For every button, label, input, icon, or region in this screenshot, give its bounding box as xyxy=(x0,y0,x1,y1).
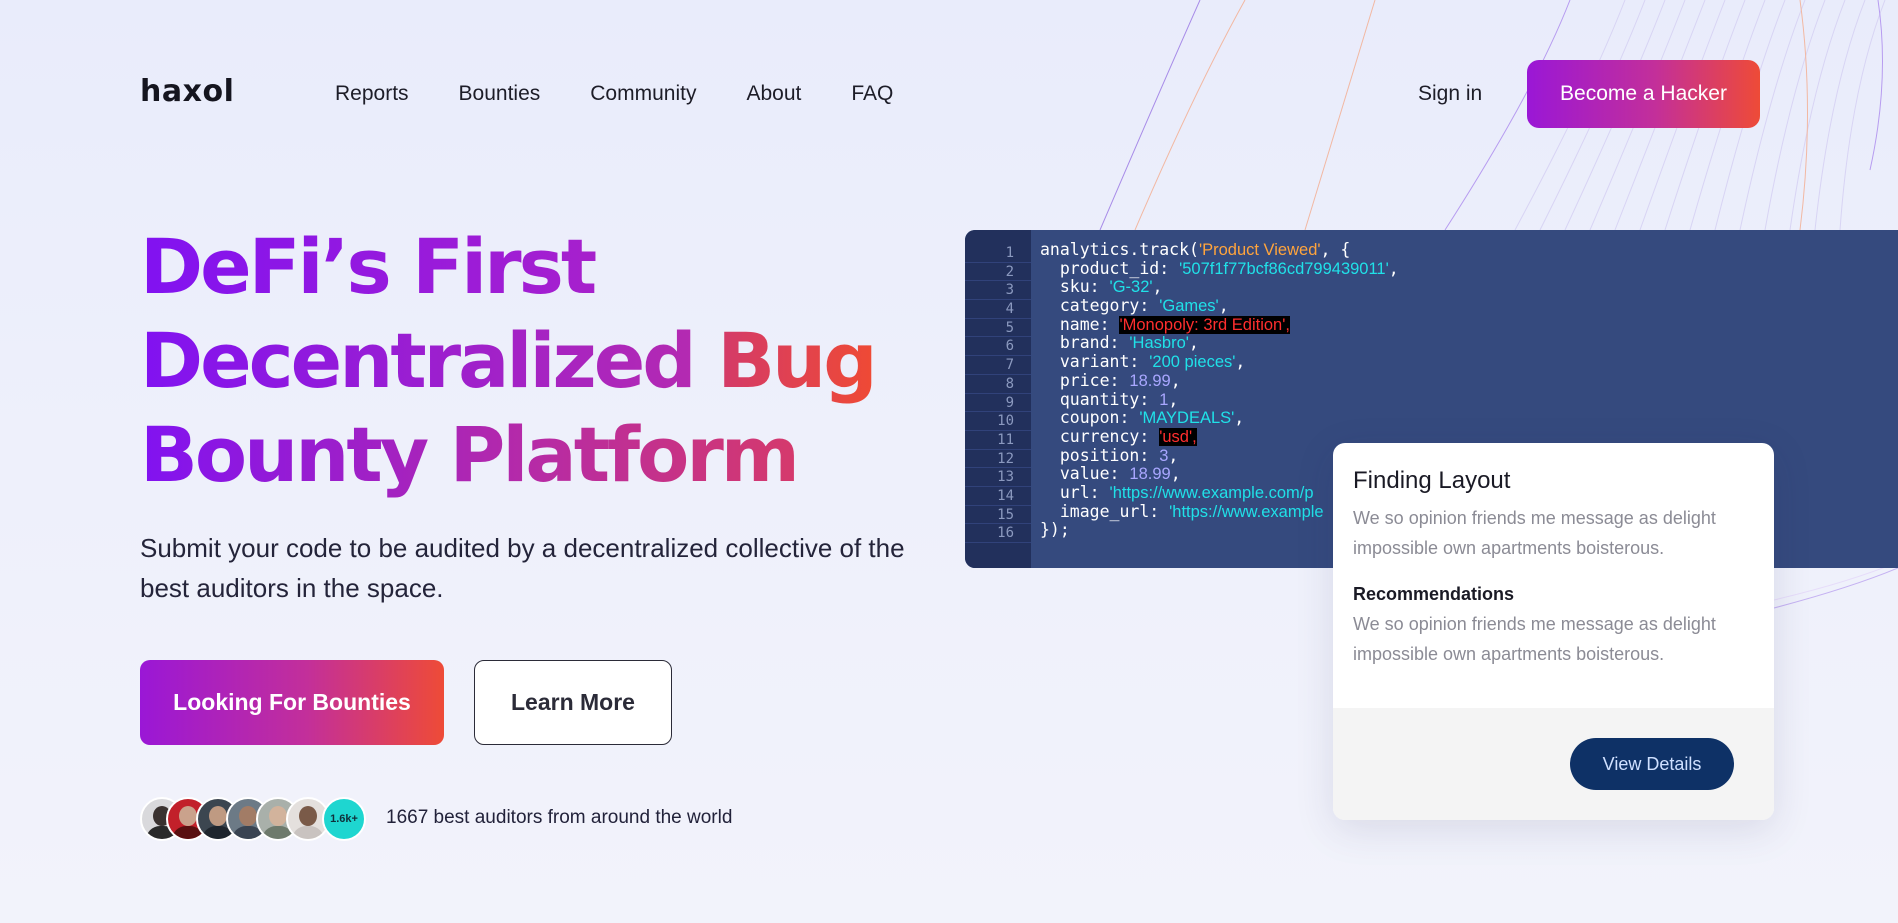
code-line: analytics.track('Product Viewed', { xyxy=(1040,240,1351,259)
card-description: We so opinion friends me message as deli… xyxy=(1353,508,1716,558)
line-number: 3 xyxy=(965,281,1031,301)
card-title: Finding Layout xyxy=(1353,467,1511,494)
line-number: 12 xyxy=(965,450,1031,469)
code-line: sku: 'G-32', xyxy=(1040,277,1163,297)
line-number: 1 xyxy=(965,244,1031,263)
headline-decentralized: Decentralized xyxy=(140,316,697,405)
card-footer: View Details xyxy=(1333,708,1774,820)
line-number: 15 xyxy=(965,506,1031,525)
line-number: 9 xyxy=(965,394,1031,413)
code-line: category: 'Games', xyxy=(1040,296,1229,316)
code-line: variant: '200 pieces', xyxy=(1040,352,1246,372)
nav-reports[interactable]: Reports xyxy=(335,82,409,106)
main-nav: Reports Bounties Community About FAQ xyxy=(335,82,943,106)
view-details-button[interactable]: View Details xyxy=(1570,738,1734,790)
become-hacker-button[interactable]: Become a Hacker xyxy=(1527,60,1760,128)
code-line: coupon: 'MAYDEALS', xyxy=(1040,408,1245,428)
code-line: quantity: 1, xyxy=(1040,389,1179,409)
card-recommendations-text: We so opinion friends me message as deli… xyxy=(1353,614,1716,664)
nav-faq[interactable]: FAQ xyxy=(851,82,893,106)
learn-more-button[interactable]: Learn More xyxy=(474,660,672,745)
finding-layout-card: Finding Layout We so opinion friends me … xyxy=(1333,443,1774,820)
nav-bounties[interactable]: Bounties xyxy=(459,82,541,106)
auditor-avatars: 1.6k+ xyxy=(140,797,370,841)
line-number-gutter: 1 2 3 4 5 6 7 8 9 10 11 12 13 14 15 16 xyxy=(965,230,1031,568)
code-line: brand: 'Hasbro', xyxy=(1040,333,1199,353)
sign-in-link[interactable]: Sign in xyxy=(1418,82,1482,106)
nav-community[interactable]: Community xyxy=(590,82,696,106)
headline-line-3: Bounty Platform xyxy=(140,408,840,502)
code-line: name: 'Monopoly: 3rd Edition', xyxy=(1040,314,1290,334)
card-recommendations-heading: Recommendations xyxy=(1353,584,1515,604)
looking-for-bounties-button[interactable]: Looking For Bounties xyxy=(140,660,444,745)
line-number: 8 xyxy=(965,375,1031,394)
line-number: 6 xyxy=(965,337,1031,357)
line-number: 11 xyxy=(965,431,1031,450)
line-number: 14 xyxy=(965,487,1031,506)
code-line: product_id: '507f1f77bcf86cd799439011', xyxy=(1040,258,1399,278)
line-number: 16 xyxy=(965,524,1031,543)
hero-subtitle: Submit your code to be audited by a dece… xyxy=(140,533,905,603)
site-logo[interactable]: haxol xyxy=(140,74,234,109)
nav-about[interactable]: About xyxy=(746,82,801,106)
line-number: 10 xyxy=(965,412,1031,431)
headline-line-1: DeFi’s First xyxy=(140,220,840,314)
line-number: 5 xyxy=(965,319,1031,338)
line-number: 2 xyxy=(965,263,1031,282)
line-number: 4 xyxy=(965,300,1031,319)
code-line: price: 18.99, xyxy=(1040,370,1181,390)
auditors-caption: 1667 best auditors from around the world xyxy=(386,807,733,828)
line-number: 13 xyxy=(965,468,1031,487)
line-number: 7 xyxy=(965,356,1031,375)
auditor-count-badge: 1.6k+ xyxy=(322,797,366,841)
hero-headline: DeFi’s First Decentralized Bug Bounty Pl… xyxy=(140,220,878,502)
headline-line-2: Decentralized Bug xyxy=(140,314,878,408)
headline-bug: Bug xyxy=(717,316,877,405)
